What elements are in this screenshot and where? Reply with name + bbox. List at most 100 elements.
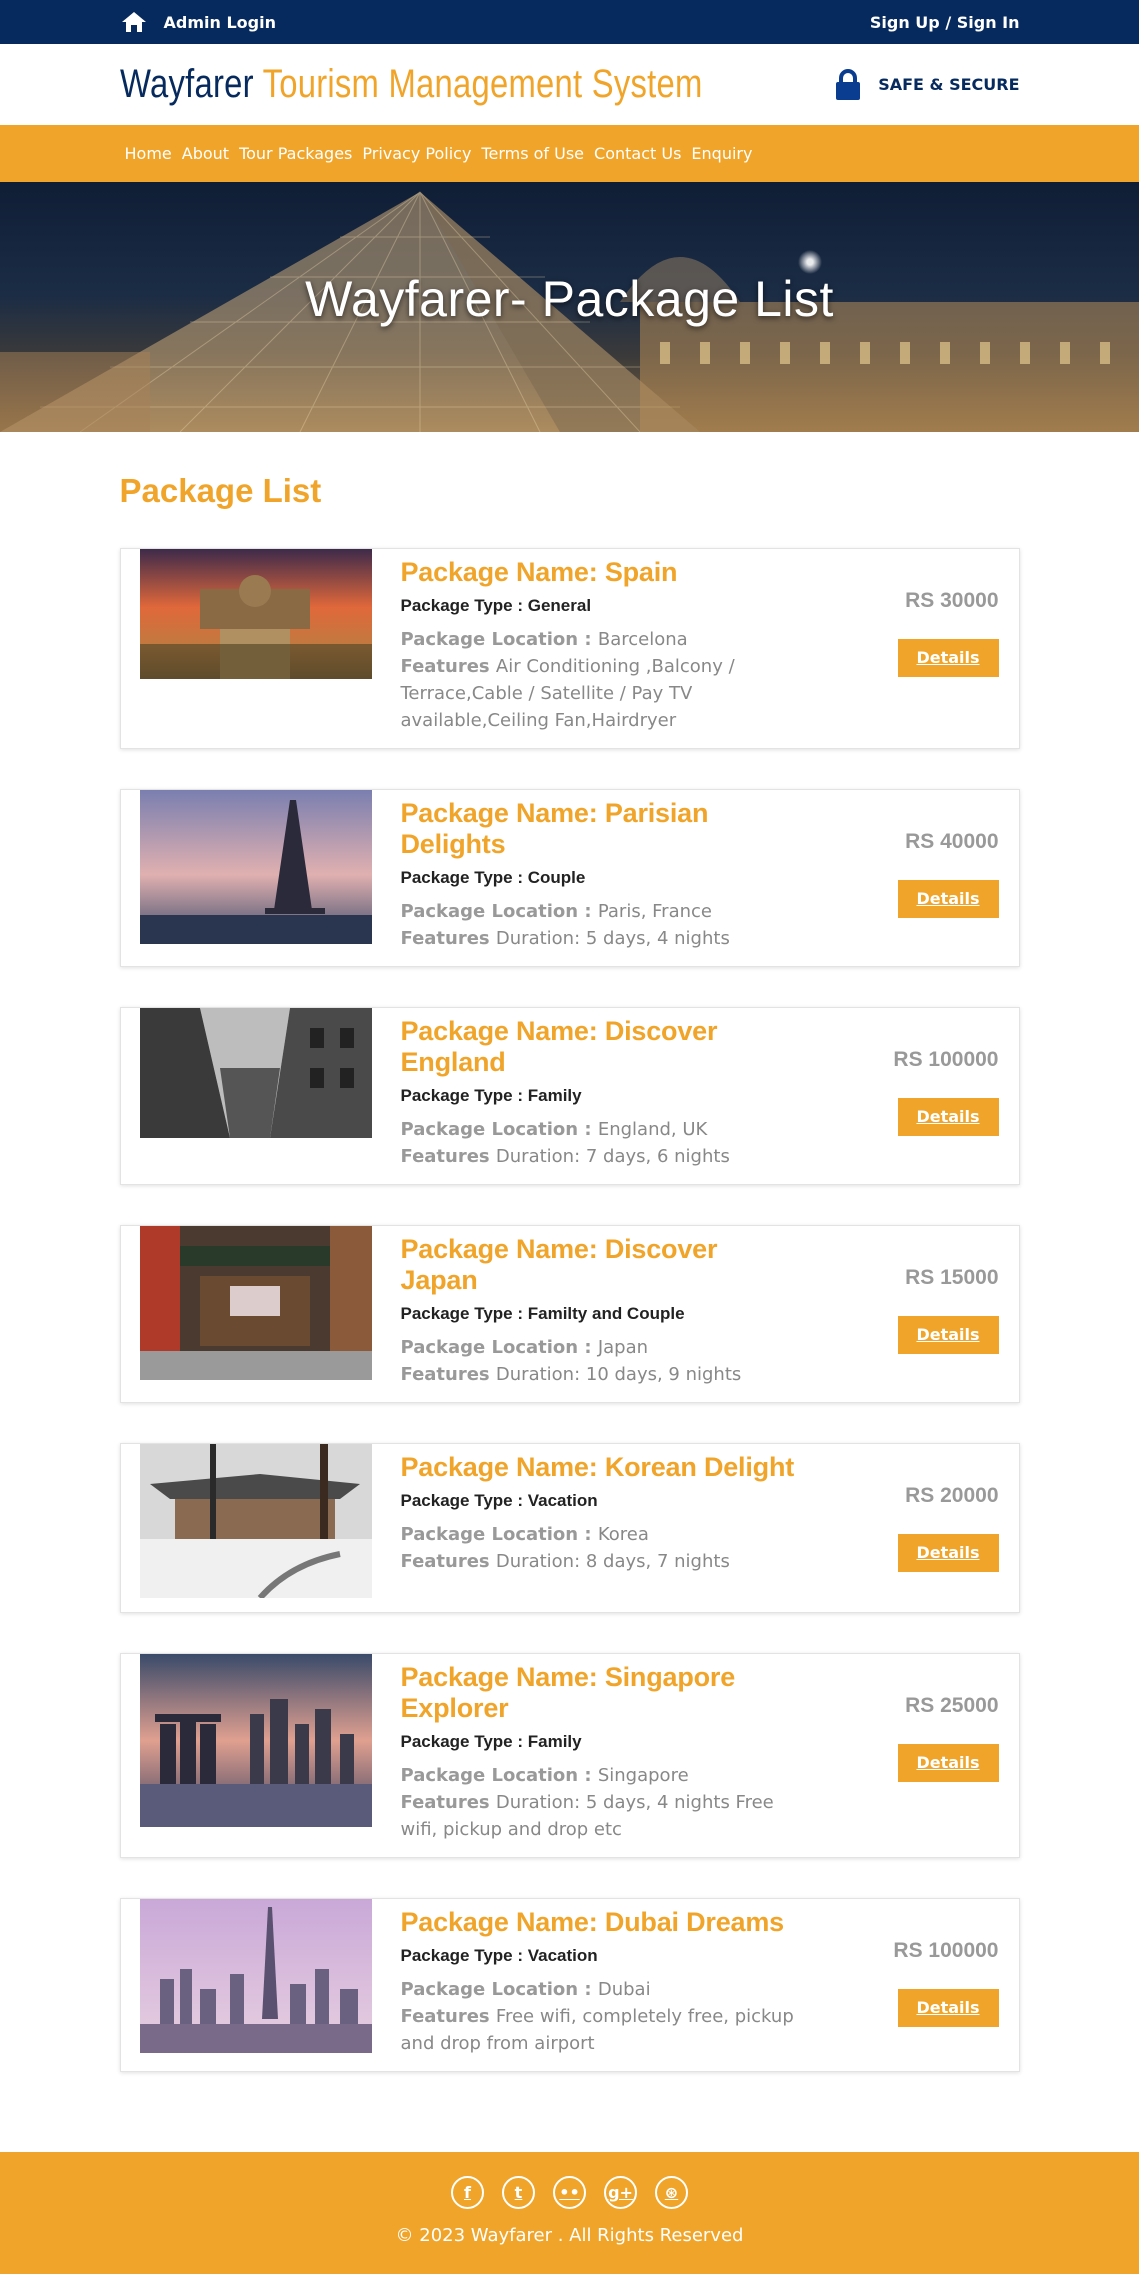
details-button[interactable]: Details — [897, 1098, 999, 1136]
english-street-image — [139, 1008, 372, 1138]
korean-palace-snow-image — [139, 1444, 372, 1598]
package-image — [139, 1226, 372, 1380]
package-name: Package Name: Singapore Explorer — [400, 1662, 736, 1723]
package-price: RS 25000 — [905, 1694, 999, 1717]
package-location-label: Package Location : — [400, 1337, 598, 1358]
package-image — [139, 1008, 372, 1138]
package-location: Package Location : Korea — [401, 1521, 799, 1548]
nav-item-terms-of-use[interactable]: Terms of Use — [476, 144, 589, 163]
package-location-label: Package Location : — [400, 1765, 598, 1786]
package-location-label: Package Location : — [400, 629, 598, 650]
package-image — [139, 790, 372, 944]
copyright-text: © 2023 Wayfarer . All Rights Reserved — [395, 2225, 744, 2246]
package-location-value: Paris, France — [597, 901, 712, 922]
nav-item-contact-us[interactable]: Contact Us — [589, 144, 686, 163]
package-info: Package Name: Discover Japan Package Typ… — [372, 1226, 839, 1388]
package-type-value: General — [527, 596, 592, 615]
package-type: Package Type : General — [401, 596, 799, 616]
lock-icon — [834, 68, 862, 101]
googleplus-icon[interactable]: g+ — [604, 2176, 637, 2209]
package-price: RS 40000 — [905, 830, 999, 853]
package-type: Package Type : Familty and Couple — [401, 1304, 799, 1324]
package-features-value: Duration: 5 days, 4 nights — [495, 928, 730, 949]
page-banner: Wayfarer- Package List — [0, 182, 1139, 432]
package-card: Package Name: Singapore Explorer Package… — [119, 1653, 1020, 1858]
package-type: Package Type : Couple — [401, 868, 799, 888]
package-features-label: Features — [400, 1551, 496, 1572]
package-info: Package Name: Discover England Package T… — [372, 1008, 839, 1170]
package-card: Package Name: Korean Delight Package Typ… — [119, 1443, 1020, 1613]
home-icon[interactable] — [120, 10, 148, 34]
package-location-label: Package Location : — [400, 1979, 598, 2000]
package-price: RS 20000 — [905, 1484, 999, 1507]
package-info: Package Name: Parisian Delights Package … — [372, 790, 839, 952]
package-features: Features Free wifi, completely free, pic… — [401, 2003, 799, 2057]
nav-item-privacy-policy[interactable]: Privacy Policy — [357, 144, 476, 163]
package-features-label: Features — [400, 928, 496, 949]
brand-tagline: Tourism Management System — [262, 62, 703, 106]
details-button[interactable]: Details — [897, 1316, 999, 1354]
details-button[interactable]: Details — [897, 1744, 999, 1782]
details-button[interactable]: Details — [897, 1534, 999, 1572]
package-type-value: Familty and Couple — [527, 1304, 685, 1323]
package-location-label: Package Location : — [400, 1524, 598, 1545]
flickr-icon[interactable]: •• — [553, 2176, 586, 2209]
brand-name: Wayfarer — [119, 62, 254, 106]
package-price: RS 15000 — [905, 1266, 999, 1289]
package-side: RS 40000 Details — [839, 790, 999, 952]
site-brand[interactable]: Wayfarer Tourism Management System — [120, 62, 703, 107]
nav-item-about[interactable]: About — [177, 144, 234, 163]
package-features-value: Duration: 8 days, 7 nights — [495, 1551, 730, 1572]
package-image — [139, 1654, 372, 1827]
package-side: RS 100000 Details — [839, 1899, 999, 2057]
package-type-label: Package Type : — [400, 596, 528, 615]
package-type-value: Family — [527, 1732, 582, 1751]
top-bar: Admin Login Sign Up / Sign In — [0, 0, 1139, 44]
details-button[interactable]: Details — [897, 639, 999, 677]
nav-item-home[interactable]: Home — [120, 144, 177, 163]
package-price: RS 100000 — [893, 1048, 999, 1071]
package-info: Package Name: Spain Package Type : Gener… — [372, 549, 839, 734]
package-location-label: Package Location : — [400, 1119, 598, 1140]
package-location: Package Location : England, UK — [401, 1116, 799, 1143]
singapore-skyline-image — [139, 1654, 372, 1827]
package-info: Package Name: Dubai Dreams Package Type … — [372, 1899, 839, 2057]
package-features: Features Duration: 5 days, 4 nights Free… — [401, 1789, 799, 1843]
signup-signin-link[interactable]: Sign Up / Sign In — [870, 13, 1020, 32]
details-button[interactable]: Details — [897, 880, 999, 918]
package-type-label: Package Type : — [400, 1491, 528, 1510]
nav-item-tour-packages[interactable]: Tour Packages — [234, 144, 357, 163]
package-location-label: Package Location : — [400, 901, 598, 922]
package-info: Package Name: Singapore Explorer Package… — [372, 1654, 839, 1843]
dribbble-icon[interactable]: ⊛ — [655, 2176, 688, 2209]
package-features-label: Features — [400, 2006, 496, 2027]
package-side: RS 30000 Details — [839, 549, 999, 734]
package-features-label: Features — [400, 656, 496, 677]
package-card: Package Name: Parisian Delights Package … — [119, 789, 1020, 967]
package-side: RS 20000 Details — [839, 1444, 999, 1598]
main-nav: Home About Tour Packages Privacy Policy Term… — [0, 125, 1139, 182]
facebook-icon[interactable]: f — [451, 2176, 484, 2209]
admin-login-link[interactable]: Admin Login — [164, 13, 276, 32]
package-features-value: Duration: 10 days, 9 nights — [495, 1364, 742, 1385]
package-card: Package Name: Discover Japan Package Typ… — [119, 1225, 1020, 1403]
package-card: Package Name: Discover England Package T… — [119, 1007, 1020, 1185]
package-price: RS 100000 — [893, 1939, 999, 1962]
nav-item-enquiry[interactable]: Enquiry — [686, 144, 757, 163]
details-button[interactable]: Details — [897, 1989, 999, 2027]
package-price: RS 30000 — [905, 589, 999, 612]
package-features: Features Duration: 10 days, 9 nights — [401, 1361, 799, 1388]
package-type-value: Vacation — [527, 1491, 598, 1510]
package-location-value: Barcelona — [597, 629, 688, 650]
package-type: Package Type : Vacation — [401, 1491, 799, 1511]
package-type-label: Package Type : — [400, 1304, 528, 1323]
section-title: Package List — [119, 472, 322, 509]
package-type-label: Package Type : — [400, 1946, 528, 1965]
dubai-skyline-image — [139, 1899, 372, 2053]
package-name: Package Name: Discover England — [400, 1016, 718, 1077]
package-name: Package Name: Dubai Dreams — [400, 1907, 785, 1937]
package-features-label: Features — [400, 1792, 496, 1813]
package-type: Package Type : Vacation — [401, 1946, 799, 1966]
twitter-icon[interactable]: t — [502, 2176, 535, 2209]
package-location-value: Japan — [597, 1337, 649, 1358]
